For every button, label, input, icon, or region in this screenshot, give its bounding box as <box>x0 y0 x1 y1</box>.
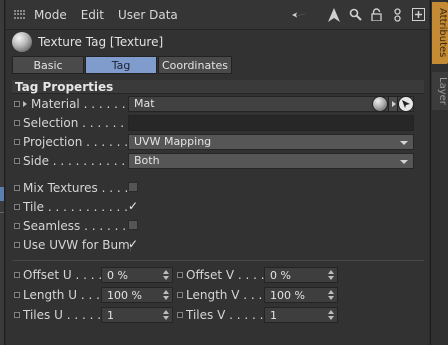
stepper-icon[interactable] <box>163 270 169 280</box>
material-menu-arrow-icon[interactable] <box>388 95 398 112</box>
menu-mode[interactable]: Mode <box>34 8 67 22</box>
keyframe-checkbox[interactable] <box>14 312 20 318</box>
expand-arrow-icon[interactable] <box>23 100 27 107</box>
tab-coordinates[interactable]: Coordinates <box>158 56 232 74</box>
tab-attributes[interactable]: Attributes <box>432 2 448 64</box>
stepper-icon[interactable] <box>328 310 334 320</box>
length-u-label: Length U . . . . <box>23 288 101 302</box>
use-uvw-checkbox[interactable]: ✓ <box>128 237 138 251</box>
projection-label: Projection . . . . . . . . . <box>23 134 131 149</box>
menu-user-data[interactable]: User Data <box>118 8 178 22</box>
keyframe-checkbox[interactable] <box>14 272 20 278</box>
menubar: Mode Edit User Data <box>6 0 429 30</box>
selection-field[interactable] <box>128 114 414 131</box>
divider <box>12 260 424 261</box>
length-v-label: Length V . . . . <box>186 288 264 302</box>
projection-dropdown[interactable]: UVW Mapping <box>128 133 414 150</box>
stepper-icon[interactable] <box>163 290 169 300</box>
keyframe-checkbox[interactable] <box>177 292 183 298</box>
object-title: Texture Tag [Texture] <box>38 35 164 49</box>
tile-checkbox[interactable]: ✓ <box>128 199 138 213</box>
keyframe-checkbox[interactable] <box>14 119 20 126</box>
material-row: Material . . . . . . . . Mat <box>6 94 429 113</box>
offset-row: Offset U . . . . 0 % Offset V . . . . . … <box>6 265 429 285</box>
grip-icon[interactable] <box>14 9 26 20</box>
offset-u-label: Offset U . . . . <box>23 268 101 282</box>
keyframe-checkbox[interactable] <box>177 312 183 318</box>
seamless-label: Seamless . . . . . . . . <box>23 218 131 233</box>
tab-tag[interactable]: Tag <box>85 56 157 74</box>
length-u-field[interactable]: 100 % <box>101 287 173 303</box>
keyframe-checkbox[interactable] <box>14 100 20 107</box>
add-icon[interactable] <box>411 8 425 22</box>
offset-v-label: Offset V . . . . . <box>186 268 264 282</box>
tile-row: Tile . . . . . . . . . . . . . ✓ <box>6 197 429 216</box>
keyframe-checkbox[interactable] <box>14 203 20 210</box>
lock-icon[interactable] <box>369 8 383 22</box>
offset-u-field[interactable]: 0 % <box>101 267 173 283</box>
keyframe-checkbox[interactable] <box>14 138 20 145</box>
length-row: Length U . . . . 100 % Length V . . . . … <box>6 285 429 305</box>
stepper-icon[interactable] <box>163 310 169 320</box>
mix-textures-row: Mix Textures . . . . . <box>6 178 429 197</box>
seamless-row: Seamless . . . . . . . . <box>6 216 429 235</box>
attribute-manager: Mode Edit User Data Texture Tag [Texture… <box>6 0 429 345</box>
section-header: Tag Properties <box>12 80 424 94</box>
texture-sphere-icon <box>12 32 32 52</box>
tiles-v-label: Tiles V . . . . . . <box>186 308 264 322</box>
keyframe-checkbox[interactable] <box>177 272 183 278</box>
tiles-row: Tiles U . . . . . . 1 Tiles V . . . . . … <box>6 305 429 325</box>
stepper-icon[interactable] <box>328 270 334 280</box>
arrow-up-icon[interactable] <box>327 7 341 22</box>
use-uvw-row: Use UVW for Bump ✓ <box>6 235 429 254</box>
selection-row: Selection . . . . . . . . . <box>6 113 429 132</box>
material-preview-icon[interactable] <box>372 95 388 112</box>
left-panel-edge <box>0 0 5 345</box>
left-panel-divider <box>0 212 4 213</box>
keyframe-checkbox[interactable] <box>14 157 20 164</box>
left-panel-indicator <box>0 187 4 201</box>
side-label: Side . . . . . . . . . . . . <box>23 153 131 168</box>
mix-textures-label: Mix Textures . . . . . <box>23 180 131 195</box>
tab-layer[interactable]: Layer <box>432 72 448 110</box>
menu-edit[interactable]: Edit <box>81 8 104 22</box>
side-tab-strip: Attributes Layer <box>430 0 448 345</box>
projection-row: Projection . . . . . . . . . UVW Mapping <box>6 132 429 151</box>
keyframe-checkbox[interactable] <box>14 292 20 298</box>
tiles-v-field[interactable]: 1 <box>264 307 338 323</box>
tile-label: Tile . . . . . . . . . . . . . <box>23 199 131 214</box>
seamless-checkbox[interactable] <box>128 220 138 230</box>
arrow-left-icon[interactable] <box>292 8 306 22</box>
material-pick-icon[interactable] <box>398 95 414 112</box>
mix-textures-checkbox[interactable] <box>128 182 138 192</box>
tab-bar: Basic Tag Coordinates <box>6 56 429 76</box>
tab-basic[interactable]: Basic <box>12 56 84 74</box>
tiles-u-field[interactable]: 1 <box>101 307 173 323</box>
offset-v-field[interactable]: 0 % <box>264 267 338 283</box>
selection-label: Selection . . . . . . . . . <box>23 115 131 130</box>
stepper-icon[interactable] <box>328 290 334 300</box>
length-v-field[interactable]: 100 % <box>264 287 338 303</box>
side-dropdown[interactable]: Both <box>128 152 414 169</box>
use-uvw-label: Use UVW for Bump <box>23 237 131 252</box>
material-field[interactable]: Mat <box>128 95 414 112</box>
material-label: Material . . . . . . . . <box>31 96 131 111</box>
link-icon[interactable] <box>390 7 404 22</box>
keyframe-checkbox[interactable] <box>14 222 20 229</box>
material-value: Mat <box>134 97 155 110</box>
side-row: Side . . . . . . . . . . . . Both <box>6 151 429 170</box>
object-header: Texture Tag [Texture] <box>6 30 429 54</box>
tiles-u-label: Tiles U . . . . . . <box>23 308 101 322</box>
keyframe-checkbox[interactable] <box>14 184 20 191</box>
keyframe-checkbox[interactable] <box>14 241 20 248</box>
search-icon[interactable] <box>348 8 362 22</box>
